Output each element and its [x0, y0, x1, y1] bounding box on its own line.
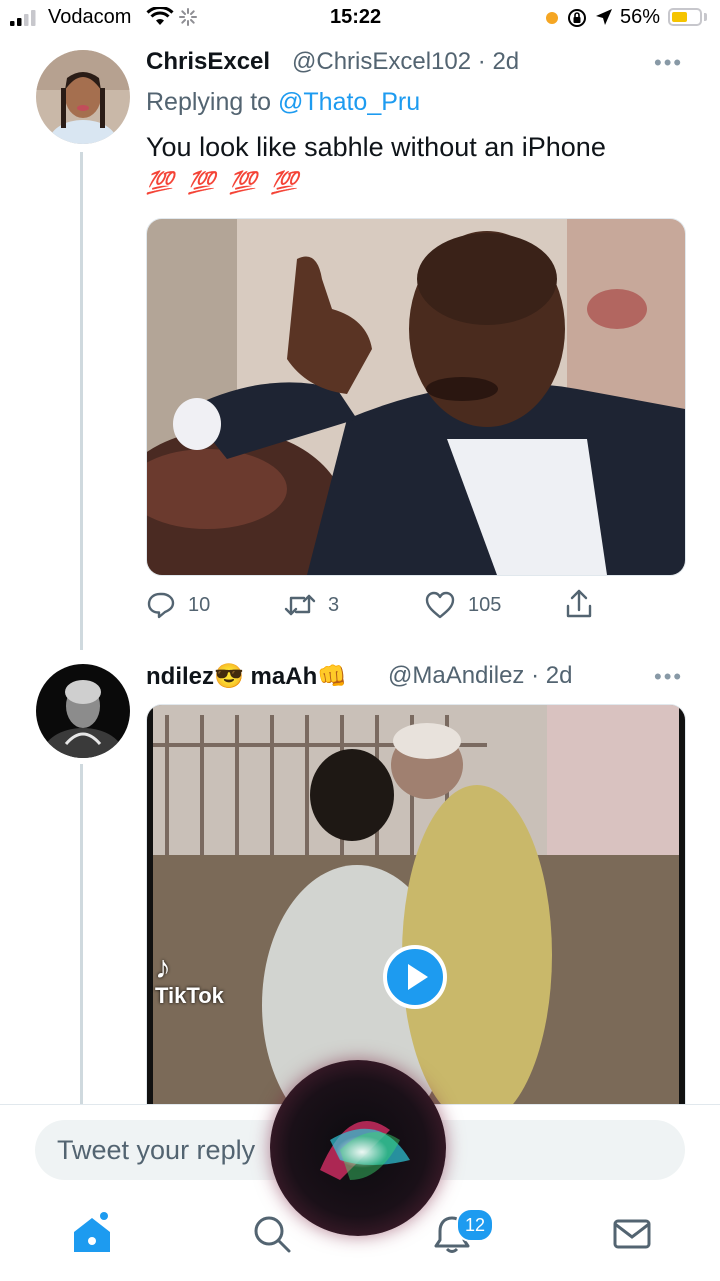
- battery-percent: 56%: [620, 6, 661, 28]
- hundred-points-emojis: 💯 💯 💯 💯: [146, 170, 302, 195]
- wifi-icon: [146, 7, 174, 25]
- tweet-timestamp[interactable]: 2d: [492, 48, 519, 75]
- replying-to-label: Replying to: [146, 88, 272, 116]
- thread-line-bottom: [80, 764, 83, 1104]
- tweet-video[interactable]: ♪ TikTok: [146, 704, 686, 1105]
- tweet-meta: @MaAndilez · 2d: [388, 662, 572, 690]
- battery-fill: [672, 12, 687, 22]
- retweet-count: 3: [328, 593, 340, 616]
- heart-icon: [425, 591, 455, 619]
- thread-line-top: [80, 152, 83, 650]
- play-icon: [408, 964, 428, 990]
- tweet-author-name[interactable]: ChrisExcel: [146, 48, 270, 76]
- tweet-image[interactable]: [146, 218, 686, 576]
- cell-signal-icon: [10, 10, 36, 26]
- share-icon: [566, 589, 592, 618]
- reply-action[interactable]: 10: [146, 590, 210, 620]
- tweet-author-name[interactable]: ndilez😎 maAh👊: [146, 662, 347, 691]
- rotation-lock-icon: [568, 9, 586, 27]
- loading-spinner-icon: [179, 8, 197, 26]
- replying-to: Replying to @Thato_Pru: [146, 88, 420, 117]
- notifications-badge: 12: [456, 1208, 494, 1242]
- more-options-button[interactable]: •••: [654, 664, 683, 690]
- siri-icon: [320, 1121, 410, 1180]
- home-icon[interactable]: [70, 1212, 114, 1256]
- like-action[interactable]: 105: [424, 590, 501, 620]
- video-thumbnail: [147, 705, 685, 1105]
- messages-envelope-icon[interactable]: [610, 1212, 654, 1256]
- avatar-photo: [36, 664, 130, 758]
- avatar-photo: [36, 50, 130, 144]
- retweet-action[interactable]: 3: [284, 590, 339, 620]
- tiktok-logo-icon: ♪: [155, 949, 171, 985]
- avatar[interactable]: [36, 50, 130, 144]
- replying-to-mention[interactable]: @Thato_Pru: [278, 88, 420, 116]
- tiktok-watermark-text: TikTok: [155, 983, 224, 1008]
- status-bar: Vodacom 15:22 56%: [0, 0, 720, 36]
- meta-separator: ·: [471, 48, 493, 75]
- tweet-author-handle[interactable]: @ChrisExcel102: [292, 48, 471, 75]
- avatar[interactable]: [36, 664, 130, 758]
- tweet-meta: @ChrisExcel102 · 2d: [292, 48, 519, 76]
- like-count: 105: [468, 593, 502, 616]
- reply-count: 10: [188, 593, 211, 616]
- reply-icon: [147, 592, 175, 619]
- battery-icon: [668, 8, 702, 26]
- clock: 15:22: [330, 6, 382, 28]
- tweet-photo: [147, 219, 685, 575]
- tweet-author-handle[interactable]: @MaAndilez: [388, 662, 524, 689]
- tweet-text: You look like sabhle without an iPhone: [146, 132, 606, 162]
- battery-nub: [704, 13, 707, 21]
- more-options-button[interactable]: •••: [654, 50, 683, 76]
- carrier-label: Vodacom: [48, 6, 132, 28]
- meta-separator: ·: [524, 662, 546, 689]
- recording-dot-icon: [546, 12, 558, 24]
- retweet-icon: [284, 594, 316, 616]
- tiktok-watermark: ♪ TikTok: [155, 951, 224, 1009]
- play-button[interactable]: [383, 945, 447, 1009]
- location-arrow-icon: [596, 9, 612, 25]
- tweet-timestamp[interactable]: 2d: [546, 662, 573, 689]
- share-action[interactable]: [564, 588, 594, 620]
- siri-orb[interactable]: [270, 1060, 446, 1236]
